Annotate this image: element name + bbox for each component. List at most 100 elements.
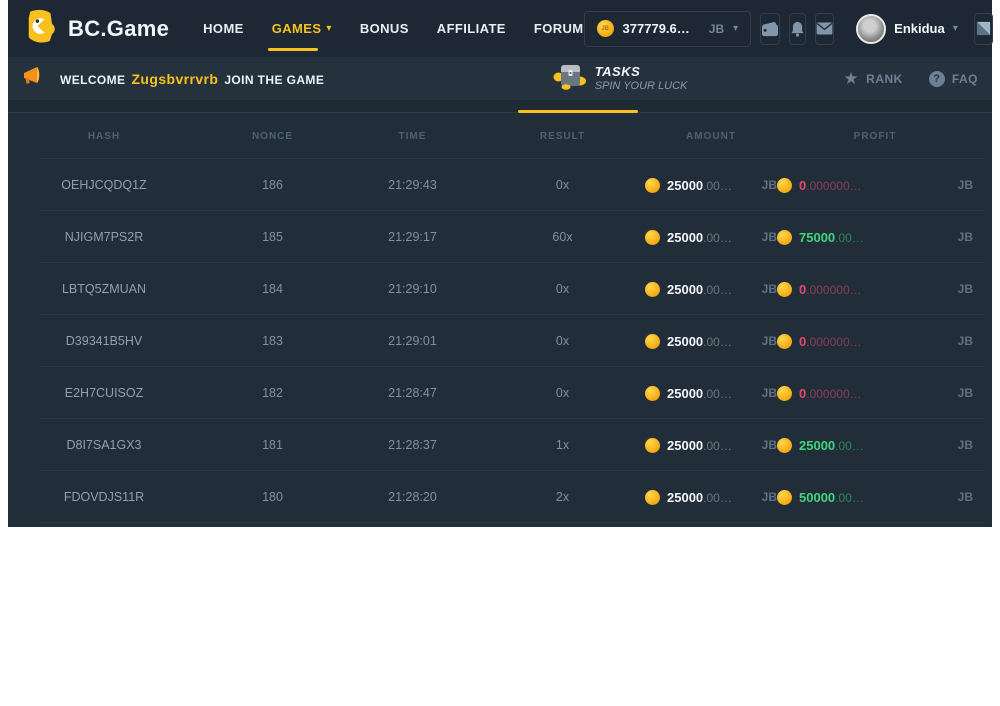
welcome-message: WELCOME Zugsbvrrvrb JOIN THE GAME: [60, 71, 324, 87]
currency-label: JB: [762, 386, 777, 400]
messages-button[interactable]: [815, 13, 834, 45]
banner-links: TASKS SPIN YOUR LUCK ★ RANK ? FAQ: [553, 62, 978, 95]
time-cell: 21:28:20: [345, 490, 480, 504]
currency-label: JB: [762, 438, 777, 452]
profit-cell: 50000.00… JB: [777, 490, 973, 505]
nonce-cell: 186: [200, 178, 345, 192]
balance-currency: JB: [709, 22, 724, 36]
amount-cell: 25000.00… JB: [645, 178, 777, 193]
currency-label: JB: [958, 438, 973, 452]
amount-cell: 25000.00… JB: [645, 490, 777, 505]
col-header-amount: AMOUNT: [645, 131, 777, 142]
question-mark-icon: ?: [929, 71, 945, 87]
tab-strip: [8, 100, 992, 113]
profit-cell: 25000.00… JB: [777, 438, 973, 453]
hash-cell: OEHJCQDQ1Z: [8, 178, 200, 192]
table-row[interactable]: NJIGM7PS2R 185 21:29:17 60x 25000.00… JB…: [8, 211, 992, 263]
result-cell: 1x: [480, 438, 645, 452]
jb-coin-icon: [777, 282, 792, 297]
nonce-cell: 181: [200, 438, 345, 452]
currency-label: JB: [958, 282, 973, 296]
time-cell: 21:29:17: [345, 230, 480, 244]
hash-cell: LBTQ5ZMUAN: [8, 282, 200, 296]
jb-coin-icon: [645, 334, 660, 349]
table-row[interactable]: E2H7CUISOZ 182 21:28:47 0x 25000.00… JB …: [8, 367, 992, 419]
nav-item-bonus[interactable]: BONUS: [360, 0, 409, 57]
table-row[interactable]: OEHJCQDQ1Z 186 21:29:43 0x 25000.00… JB …: [8, 159, 992, 211]
user-menu[interactable]: Enkidua ▾: [856, 14, 958, 44]
jb-coin-icon: [645, 230, 660, 245]
time-cell: 21:29:10: [345, 282, 480, 296]
time-cell: 21:28:37: [345, 438, 480, 452]
profit-cell: 0.000000… JB: [777, 178, 973, 193]
result-cell: 0x: [480, 334, 645, 348]
envelope-icon: [816, 22, 833, 35]
col-header-nonce: NONCE: [200, 131, 345, 142]
hash-cell: E2H7CUISOZ: [8, 386, 200, 400]
nav-item-home[interactable]: HOME: [203, 0, 244, 57]
result-cell: 60x: [480, 230, 645, 244]
balance-value: 377779.6…: [623, 21, 690, 36]
hash-cell: D8I7SA1GX3: [8, 438, 200, 452]
jb-coin-icon: [645, 386, 660, 401]
amount-cell: 25000.00… JB: [645, 282, 777, 297]
welcome-username: Zugsbvrrvrb: [131, 71, 218, 87]
tasks-subtitle: SPIN YOUR LUCK: [595, 80, 688, 93]
nonce-cell: 184: [200, 282, 345, 296]
time-cell: 21:28:47: [345, 386, 480, 400]
table-row[interactable]: LBTQ5ZMUAN 184 21:29:10 0x 25000.00… JB …: [8, 263, 992, 315]
currency-label: JB: [762, 334, 777, 348]
wallet-button[interactable]: [760, 13, 780, 45]
main-nav: HOME GAMES ▾ BONUS AFFILIATE FORUM: [203, 0, 583, 57]
profit-cell: 0.000000… JB: [777, 334, 973, 349]
nonce-cell: 182: [200, 386, 345, 400]
table-row[interactable]: D39341B5HV 183 21:29:01 0x 25000.00… JB …: [8, 315, 992, 367]
page: BC.Game HOME GAMES ▾ BONUS AFFILIATE FOR…: [8, 0, 992, 527]
bcgame-logo-icon: [22, 8, 58, 49]
currency-label: JB: [958, 490, 973, 504]
star-icon: ★: [843, 70, 859, 87]
tasks-link[interactable]: TASKS SPIN YOUR LUCK: [553, 62, 688, 95]
profit-cell: 75000.00… JB: [777, 230, 973, 245]
bell-icon: [790, 21, 805, 37]
nav-item-games[interactable]: GAMES ▾: [272, 0, 332, 57]
profit-cell: 0.000000… JB: [777, 282, 973, 297]
jb-coin-icon: JB: [597, 20, 614, 37]
result-cell: 2x: [480, 490, 645, 504]
table-row[interactable]: FDOVDJS11R 180 21:28:20 2x 25000.00… JB …: [8, 471, 992, 523]
nonce-cell: 185: [200, 230, 345, 244]
faq-link[interactable]: ? FAQ: [929, 71, 978, 87]
result-cell: 0x: [480, 178, 645, 192]
nav-item-affiliate[interactable]: AFFILIATE: [437, 0, 506, 57]
notifications-button[interactable]: [789, 13, 806, 45]
welcome-banner: WELCOME Zugsbvrrvrb JOIN THE GAME: [8, 57, 992, 100]
currency-label: JB: [958, 178, 973, 192]
currency-label: JB: [762, 178, 777, 192]
table-header: HASH NONCE TIME RESULT AMOUNT PROFIT: [8, 113, 992, 159]
amount-cell: 25000.00… JB: [645, 386, 777, 401]
amount-cell: 25000.00… JB: [645, 438, 777, 453]
table-row[interactable]: D8I7SA1GX3 181 21:28:37 1x 25000.00… JB …: [8, 419, 992, 471]
jb-coin-icon: [777, 334, 792, 349]
nav-item-forum[interactable]: FORUM: [534, 0, 584, 57]
col-header-hash: HASH: [8, 131, 200, 142]
profit-cell: 0.000000… JB: [777, 386, 973, 401]
hash-cell: FDOVDJS11R: [8, 490, 200, 504]
nonce-cell: 180: [200, 490, 345, 504]
jb-coin-icon: [777, 178, 792, 193]
rank-link[interactable]: ★ RANK: [843, 70, 902, 87]
chevron-down-icon: ▾: [953, 23, 958, 34]
balance-selector[interactable]: JB 377779.6… JB ▾: [584, 11, 752, 47]
currency-label: JB: [762, 282, 777, 296]
col-header-time: TIME: [345, 131, 480, 142]
amount-cell: 25000.00… JB: [645, 334, 777, 349]
megaphone-icon: [22, 65, 46, 92]
brand-logo[interactable]: BC.Game: [22, 8, 169, 49]
jb-coin-icon: [777, 386, 792, 401]
jb-coin-icon: [645, 282, 660, 297]
avatar: [856, 14, 886, 44]
chevron-down-icon: ▾: [733, 23, 738, 34]
currency-label: JB: [762, 230, 777, 244]
chat-toggle-button[interactable]: [974, 13, 993, 45]
bets-table-panel: HASH NONCE TIME RESULT AMOUNT PROFIT OEH…: [8, 113, 992, 527]
